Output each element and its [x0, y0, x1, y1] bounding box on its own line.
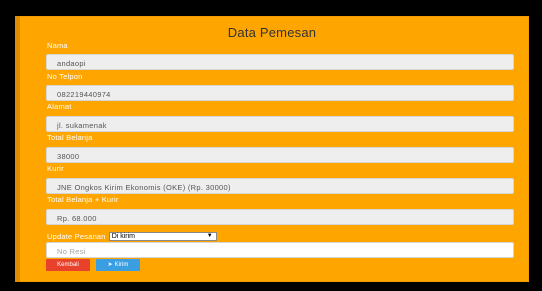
paper-plane-icon: ➤ — [107, 262, 113, 268]
total-label: Total Belanja — [47, 133, 93, 142]
tracking-number-input[interactable]: No Resi — [46, 242, 514, 258]
address-label: Alamat — [47, 102, 72, 111]
total-field[interactable]: 38000 — [46, 147, 514, 163]
name-label: Nama — [47, 41, 68, 50]
status-select-value: Di kirim — [111, 232, 136, 240]
back-button[interactable]: Kembali — [46, 259, 90, 271]
caret-down-icon: ▼ — [206, 232, 213, 239]
panel-left-border — [15, 16, 20, 282]
name-field[interactable]: andaopi — [46, 54, 514, 70]
page-title: Data Pemesan — [227, 25, 317, 40]
send-button[interactable]: ➤ Kirim — [96, 259, 140, 271]
send-button-label: Kirim — [114, 262, 129, 268]
order-form-panel: Data Pemesan Nama andaopi No Telpon 0822… — [15, 16, 529, 282]
status-select[interactable]: Di kirim ▼ — [108, 231, 217, 241]
courier-label: Kurir — [47, 164, 64, 173]
update-status-label: Update Pesanan — [47, 231, 106, 241]
grand-total-label: Total Belanja + Kurir — [47, 195, 119, 204]
phone-field[interactable]: 082219440974 — [46, 85, 514, 101]
update-status-row: Update Pesanan Di kirim ▼ — [47, 231, 217, 241]
courier-field[interactable]: JNE Ongkos Kirim Ekonomis (OKE) (Rp. 300… — [46, 178, 514, 194]
address-field[interactable]: jl. sukamenak — [46, 116, 514, 132]
grand-total-field[interactable]: Rp. 68.000 — [46, 209, 514, 225]
phone-label: No Telpon — [47, 72, 83, 81]
